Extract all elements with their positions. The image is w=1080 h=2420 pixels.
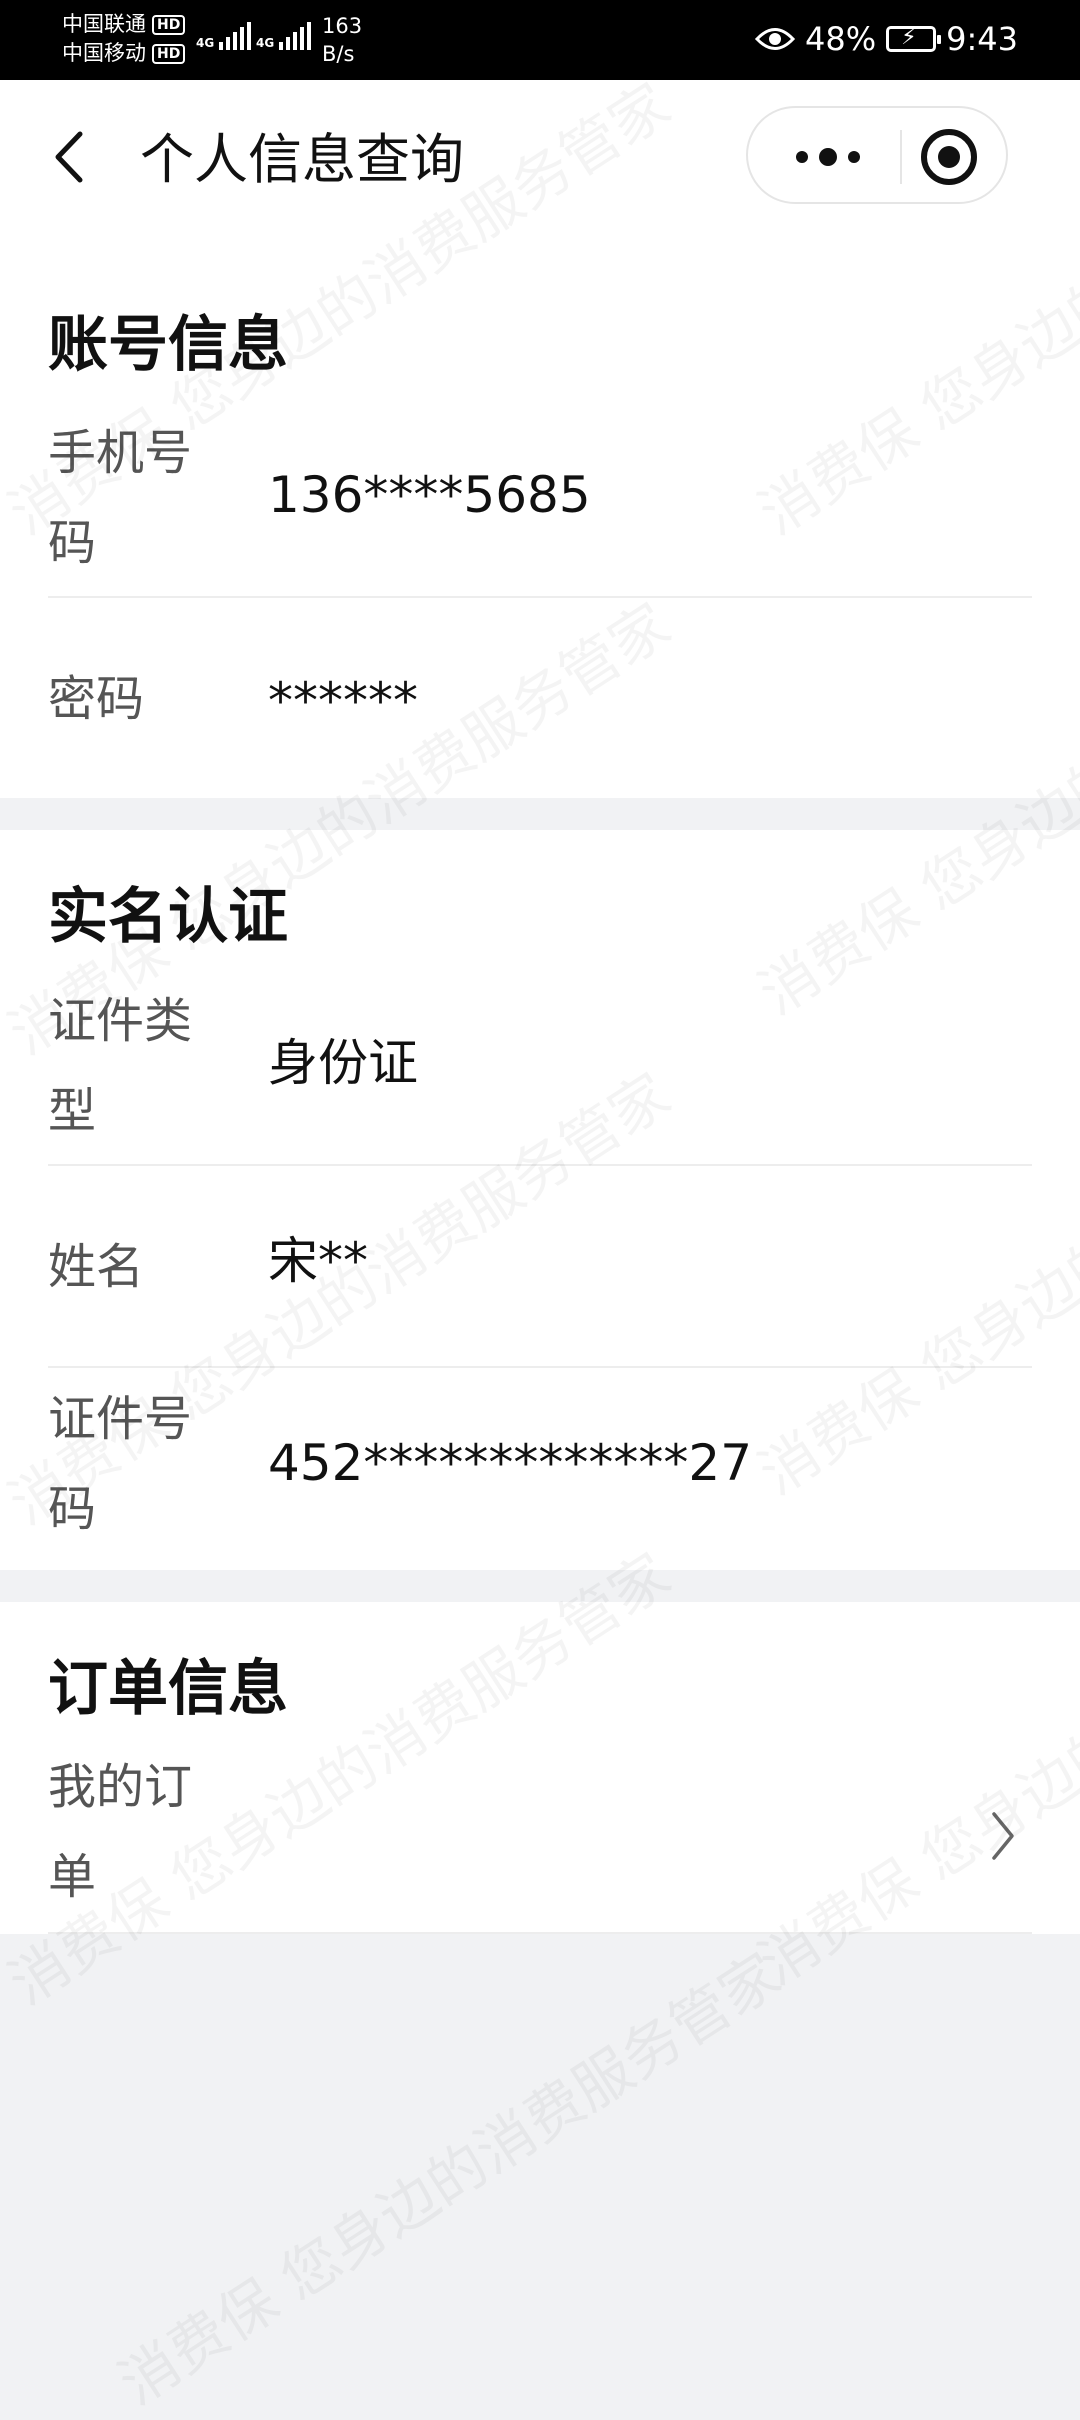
account-card: 账号信息 手机号码 136****5685 密码 ****** [0,230,1080,798]
row-password: 密码 ****** [48,598,1032,798]
clock: 9:43 [946,20,1018,58]
section-title-orders: 订单信息 [48,1654,288,1724]
row-id-type: 证件类型 身份证 [48,970,1032,1166]
status-bar: 中国联通 HD 中国移动 HD 4G 4G 163 B/s 48% ⚡ 9:43 [0,0,1080,80]
name-label: 姓名 [48,1239,145,1295]
network-speed: 163 B/s [322,14,363,66]
name-value: 宋** [268,1232,368,1290]
row-my-orders[interactable]: 我的订单 [48,1736,1032,1934]
carrier-1: 中国联通 [62,12,146,36]
password-label: 密码 [48,671,145,727]
id-number-value: 452*************27 [268,1434,753,1492]
eye-icon [755,28,796,50]
hd-badge: HD [152,43,186,64]
signal-icon: 4G [256,22,312,50]
close-target-icon[interactable] [918,126,980,188]
back-arrow-icon[interactable] [44,122,94,192]
my-orders-label: 我的订单 [48,1759,193,1905]
carrier-info: 中国联通 HD 中国移动 HD [62,10,186,68]
orders-card: 订单信息 我的订单 [0,1602,1080,1934]
battery-charging-icon: ⚡ [886,25,942,52]
hd-badge: HD [152,14,186,35]
row-name: 姓名 宋** [48,1166,1032,1368]
phone-value: 136****5685 [268,466,591,524]
watermark: 消费保 您身边的消费服务管家 [100,1929,794,2420]
id-type-label: 证件类型 [48,993,193,1139]
more-dots-icon[interactable] [788,134,868,180]
section-title-account: 账号信息 [48,310,288,380]
row-id-number: 证件号码 452*************27 [48,1368,1032,1568]
password-value: ****** [268,672,418,730]
capsule-divider [900,130,902,184]
realname-card: 实名认证 证件类型 身份证 姓名 宋** 证件号码 452***********… [0,830,1080,1570]
nav-bar: 个人信息查询 [0,80,1080,230]
mini-program-capsule [746,106,1008,204]
signal-icon: 4G [196,22,252,50]
id-type-value: 身份证 [268,1034,418,1092]
phone-label: 手机号码 [48,425,193,571]
chevron-right-icon [992,1812,1014,1860]
carrier-2: 中国移动 [62,41,146,65]
section-title-realname: 实名认证 [48,882,288,952]
id-number-label: 证件号码 [48,1391,193,1537]
battery-percent: 48% [805,20,877,58]
row-phone: 手机号码 136****5685 [48,400,1032,598]
page-title: 个人信息查询 [140,128,464,191]
